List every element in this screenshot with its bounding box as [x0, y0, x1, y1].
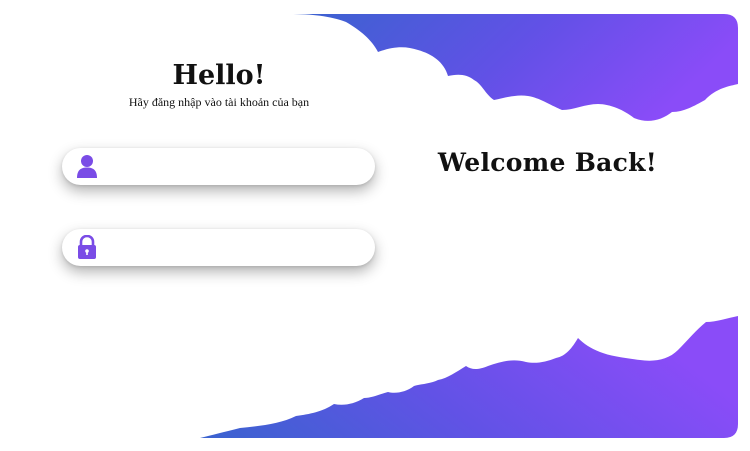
user-icon [77, 155, 97, 178]
welcome-heading: Welcome Back! [437, 148, 658, 177]
password-input[interactable] [108, 235, 358, 260]
bottom-wave [200, 316, 738, 438]
password-field[interactable] [62, 229, 375, 266]
username-field[interactable] [62, 148, 375, 185]
login-subtitle: Hãy đăng nhập vào tài khoản của bạn [128, 95, 310, 109]
username-input[interactable] [108, 154, 358, 179]
greeting-title: Hello! [172, 60, 266, 91]
lock-icon [78, 235, 96, 259]
login-page: Hello! Hãy đăng nhập vào tài khoản của b… [0, 0, 750, 451]
